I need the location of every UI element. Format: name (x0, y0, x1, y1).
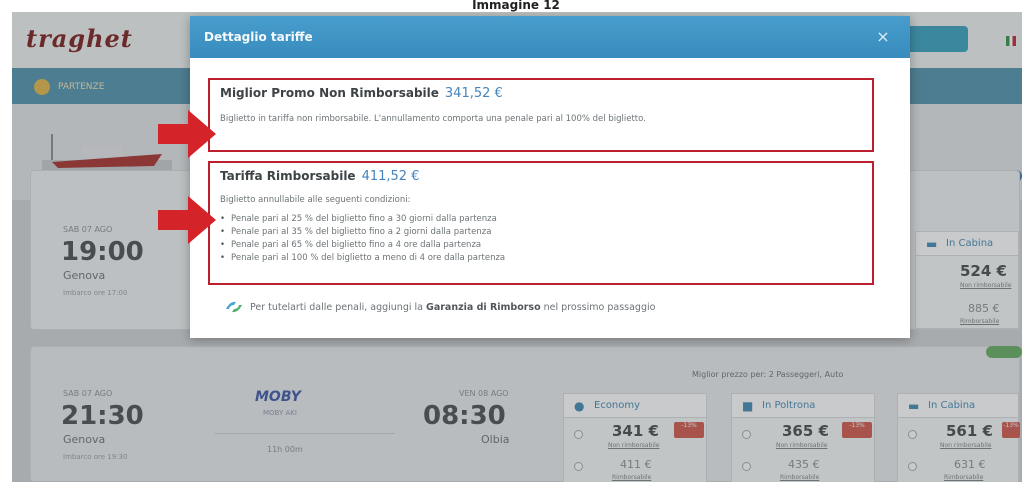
refund-guarantee-note: Per tutelarti dalle penali, aggiungi la … (250, 302, 656, 313)
annotation-arrow-icon (158, 110, 216, 158)
refund-guarantee-link: Garanzia di Rimborso (426, 302, 541, 313)
promo-fare-title: Miglior Promo Non Rimborsabile 341,52 € (220, 86, 503, 101)
refund-conditions-list: Penale pari al 25 % del biglietto fino a… (220, 213, 505, 265)
list-item: Penale pari al 25 % del biglietto fino a… (220, 213, 505, 226)
fare-details-modal: Dettaglio tariffe × Miglior Promo Non Ri… (190, 16, 910, 338)
promo-fare-description: Biglietto in tariffa non rimborsabile. L… (220, 114, 646, 124)
promo-fare-name: Miglior Promo Non Rimborsabile (220, 86, 439, 100)
refundable-fare-title: Tariffa Rimborsabile 411,52 € (220, 169, 419, 184)
close-icon[interactable]: × (873, 27, 893, 47)
annotation-arrow-icon (158, 196, 216, 244)
refundable-fare-intro: Biglietto annullabile alle seguenti cond… (220, 195, 411, 205)
refundable-fare-price: 411,52 € (361, 169, 420, 184)
refundable-fare-box: Tariffa Rimborsabile 411,52 € Biglietto a… (208, 161, 874, 285)
list-item: Penale pari al 65 % del biglietto fino a… (220, 239, 505, 252)
list-item: Penale pari al 100 % del biglietto a men… (220, 252, 505, 265)
promo-fare-price: 341,52 € (444, 86, 503, 101)
screenshot: traghet PARTENZE SAB 07 AGO 19:00 Genova… (12, 12, 1022, 482)
list-item: Penale pari al 35 % del biglietto fino a… (220, 226, 505, 239)
promo-fare-box: Miglior Promo Non Rimborsabile 341,52 € B… (208, 78, 874, 152)
refundable-fare-name: Tariffa Rimborsabile (220, 169, 356, 183)
refund-guarantee-icon (226, 301, 242, 313)
modal-header: Dettaglio tariffe × (190, 16, 910, 58)
modal-title: Dettaglio tariffe (204, 30, 313, 44)
